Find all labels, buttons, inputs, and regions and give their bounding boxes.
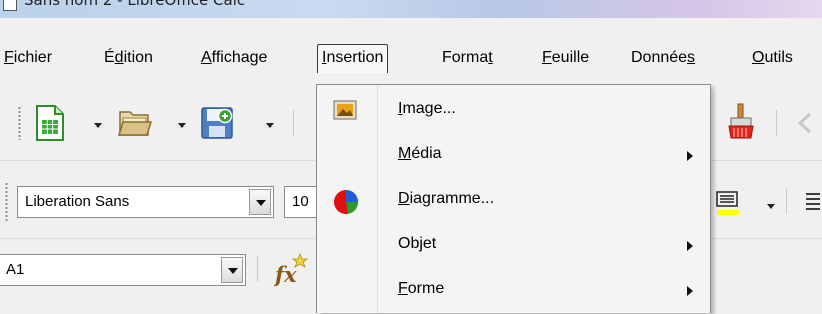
chart-icon xyxy=(334,190,358,214)
menu-item-label: Objet xyxy=(398,235,437,252)
calc-document-icon xyxy=(3,0,17,11)
menu-item-object[interactable]: Objet xyxy=(319,225,708,269)
toolbar-separator xyxy=(257,256,258,282)
align-left-icon[interactable] xyxy=(804,190,822,214)
save-dropdown-arrow[interactable] xyxy=(266,123,274,128)
image-icon xyxy=(333,100,357,120)
name-box[interactable]: A1 xyxy=(0,254,246,286)
toolbar-separator xyxy=(293,110,294,136)
background-color-dropdown-arrow[interactable] xyxy=(767,204,775,209)
font-name-value: Liberation Sans xyxy=(25,193,130,210)
toolbar-grip[interactable] xyxy=(5,182,8,222)
menu-item-image[interactable]: Image... xyxy=(319,90,708,134)
menu-edition[interactable]: Édition xyxy=(104,45,153,71)
function-wizard-label: fx xyxy=(275,262,297,287)
chevron-down-icon xyxy=(228,268,238,274)
submenu-arrow-icon xyxy=(687,286,693,296)
window-title: Sans nom 2 - LibreOffice Calc xyxy=(24,0,246,9)
menu-item-label: Image... xyxy=(398,100,456,117)
clone-formatting-icon[interactable] xyxy=(725,102,755,142)
insert-menu-dropdown: Image... Média Diagramme... Objet Forme xyxy=(316,84,711,313)
save-icon[interactable] xyxy=(200,106,234,140)
cell-reference: A1 xyxy=(6,261,25,278)
toolbar-grip[interactable] xyxy=(18,106,21,140)
menu-item-label: Forme xyxy=(398,280,445,297)
background-color-icon[interactable] xyxy=(714,184,744,218)
toolbar-separator xyxy=(786,188,787,214)
menu-item-label: Diagramme... xyxy=(398,190,495,207)
menu-bar: Fichier Édition Affichage Insertion Form… xyxy=(0,33,822,85)
toolbar-separator xyxy=(776,110,777,136)
font-name-combo[interactable]: Liberation Sans xyxy=(17,186,274,218)
menu-insertion[interactable]: Insertion xyxy=(317,44,389,73)
menu-item-shape[interactable]: Forme xyxy=(319,270,708,314)
menu-outils[interactable]: Outils xyxy=(752,45,793,71)
menu-item-label: Média xyxy=(398,145,442,162)
menu-format[interactable]: Format xyxy=(442,45,493,71)
submenu-arrow-icon xyxy=(687,151,693,161)
name-box-dropdown-button[interactable] xyxy=(221,257,243,283)
font-name-dropdown-button[interactable] xyxy=(249,189,271,215)
menu-fichier[interactable]: Fichier xyxy=(4,45,52,71)
menu-feuille[interactable]: Feuille xyxy=(542,45,589,71)
open-folder-icon[interactable] xyxy=(118,108,152,138)
new-dropdown-arrow[interactable] xyxy=(94,123,102,128)
menu-item-media[interactable]: Média xyxy=(319,135,708,179)
title-bar: Sans nom 2 - LibreOffice Calc xyxy=(0,0,822,18)
undo-icon[interactable] xyxy=(796,110,820,136)
menu-item-chart[interactable]: Diagramme... xyxy=(319,180,708,224)
submenu-arrow-icon xyxy=(687,241,693,251)
font-size-value: 10 xyxy=(292,193,309,210)
open-dropdown-arrow[interactable] xyxy=(178,123,186,128)
function-wizard-button[interactable]: fx xyxy=(272,250,312,290)
menu-donnees[interactable]: Données xyxy=(631,45,695,71)
menu-affichage[interactable]: Affichage xyxy=(201,45,267,71)
new-spreadsheet-icon[interactable] xyxy=(35,104,65,142)
chevron-down-icon xyxy=(256,200,266,206)
